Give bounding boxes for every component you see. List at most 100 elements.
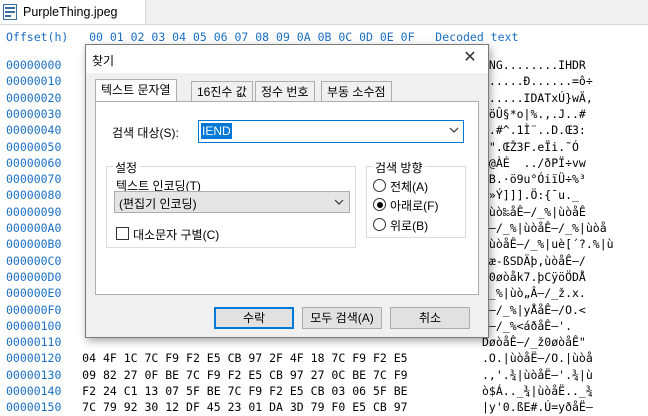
row-decoded-text[interactable]: |y'0.ßE#.Ú=yðåË— bbox=[482, 398, 593, 416]
tab-integer[interactable]: 정수 번호 bbox=[255, 81, 315, 102]
hex-row[interactable]: 000000F0 Ê–/_%|yÅåÊ–/O.< bbox=[6, 301, 586, 319]
tab-text-string[interactable]: 텍스트 문자열 bbox=[95, 79, 177, 102]
row-bytes[interactable]: 7C 79 92 30 12 DF 45 23 01 DA 3D 79 F0 E… bbox=[82, 400, 407, 414]
row-decoded-text[interactable]: |ùò‰åÊ–/_%|ùòåÊ bbox=[482, 203, 586, 221]
row-offset: 00000130 bbox=[6, 367, 62, 382]
hex-row[interactable]: 000000C0 bæ-ßSDÄþ,ùòåÊ–/ bbox=[6, 252, 586, 270]
row-offset: 00000090 bbox=[6, 204, 62, 219]
row-decoded-text[interactable]: ......IDATxÚ}wÄ, bbox=[482, 89, 593, 107]
radio-up[interactable] bbox=[373, 218, 386, 231]
row-decoded-text[interactable]: Ê–/_%|yÅåÊ–/O.< bbox=[482, 301, 586, 319]
radio-down-label[interactable]: 아래로(F) bbox=[390, 197, 438, 214]
row-decoded-text[interactable]: Ê–/_%|ùòåÊ–/_%|ùòå bbox=[482, 219, 607, 237]
find-all-button[interactable]: 모두 검색(A) bbox=[302, 307, 382, 329]
direction-group-title: 검색 방향 bbox=[373, 159, 425, 176]
hex-row[interactable]: 00000090 |ùò‰åÊ–/_%|ùòåÊ bbox=[6, 203, 586, 221]
case-sensitive-label[interactable]: 대소문자 구별(C) bbox=[133, 226, 219, 243]
search-input-value: IEND bbox=[201, 123, 232, 139]
row-offset: 00000140 bbox=[6, 384, 62, 398]
document-tab-label: PurpleThing.jpeg bbox=[23, 5, 118, 19]
close-icon[interactable]: ✕ bbox=[460, 48, 480, 68]
row-offset: 00000100 bbox=[6, 318, 62, 333]
hex-row[interactable]: 00000110 DøòåÊ–/_ž0øòåÊ" bbox=[6, 333, 586, 351]
row-decoded-text[interactable]: f.#^.1Ì¨..D.Œ3: bbox=[482, 121, 586, 139]
radio-down[interactable] bbox=[373, 198, 386, 211]
row-decoded-text[interactable]: .O.|ùòåË—/O.|ùòå bbox=[482, 349, 593, 367]
hex-row[interactable]: 000000B0 |ùòåÊ–/_%|uè[´?.%|ù bbox=[6, 235, 614, 253]
radio-selected-dot bbox=[376, 201, 383, 208]
cancel-button[interactable]: 취소 bbox=[390, 307, 470, 329]
row-offset: 000000D0 bbox=[6, 269, 62, 284]
hex-row[interactable]: 00000040 f.#^.1Ì¨..D.Œ3: bbox=[6, 121, 586, 139]
tab-hex-value[interactable]: 16진수 값 bbox=[191, 81, 253, 102]
document-tab-bar: PurpleThing.jpeg bbox=[0, 0, 648, 25]
hex-row[interactable]: 000000E0 /_%|ùò„Â–/_ž.x. bbox=[6, 284, 586, 302]
row-decoded-text[interactable]: PNG........IHDR bbox=[482, 56, 586, 74]
radio-up-label[interactable]: 위로(B) bbox=[390, 217, 428, 234]
row-offset: 00000070 bbox=[6, 172, 62, 187]
hex-row[interactable]: 00000060 s@ÀÉ ../ðPÏ÷vw bbox=[6, 154, 586, 172]
row-offset: 00000000 bbox=[6, 58, 62, 72]
row-decoded-text[interactable]: á»Ý]]].Ö:{¯u._ bbox=[482, 186, 579, 204]
image-file-icon bbox=[3, 4, 17, 20]
tab-floating-point[interactable]: 부동 소수점 bbox=[321, 81, 392, 102]
row-decoded-text[interactable]: ž0øòåk7.þCÿöÖDÅ bbox=[482, 268, 586, 286]
row-decoded-text[interactable]: $".ŒŽ3F.eÏi.˜Ó bbox=[482, 138, 579, 156]
row-bytes[interactable]: 04 4F 1C 7C F9 F2 E5 CB 97 2F 4F 18 7C F… bbox=[82, 351, 407, 365]
hex-row[interactable]: 00000000 PNG........IHDR bbox=[6, 56, 586, 74]
row-offset: 00000060 bbox=[6, 155, 62, 170]
hex-row[interactable]: 000000A0 Ê–/_%|ùòåÊ–/_%|ùòå bbox=[6, 219, 607, 237]
row-offset: 00000020 bbox=[6, 90, 62, 105]
row-decoded-text[interactable]: •öÛ§*o|%.,.J..# bbox=[482, 105, 586, 123]
row-offset: 00000030 bbox=[6, 106, 62, 121]
row-decoded-text[interactable]: ......Ð......=ô÷ bbox=[482, 72, 593, 90]
document-tab[interactable]: PurpleThing.jpeg bbox=[0, 0, 146, 24]
hex-row[interactable]: 00000080 á»Ý]]].Ö:{¯u._ bbox=[6, 186, 579, 204]
row-offset: 00000120 bbox=[6, 351, 62, 366]
row-bytes[interactable]: 09 82 27 0F BE 7C F9 F2 E5 CB 97 27 0C B… bbox=[82, 368, 407, 382]
row-decoded-text[interactable]: DøòåÊ–/_ž0øòåÊ" bbox=[482, 333, 586, 351]
hex-row[interactable]: 00000050 $".ŒŽ3F.eÏi.˜Ó bbox=[6, 138, 579, 156]
row-offset: 00000010 bbox=[6, 74, 62, 89]
case-sensitive-checkbox[interactable] bbox=[116, 227, 129, 240]
row-offset: 000000F0 bbox=[6, 302, 62, 317]
radio-all-label[interactable]: 전체(A) bbox=[390, 178, 428, 195]
row-offset: 000000C0 bbox=[6, 253, 62, 268]
row-decoded-text[interactable]: /_%|ùò„Â–/_ž.x. bbox=[482, 284, 586, 302]
row-decoded-text[interactable]: .‚'.¾|ùòåË—'.¾|ù bbox=[482, 366, 593, 384]
row-decoded-text[interactable]: ð–/_%<áðåÊ–'. bbox=[482, 317, 572, 335]
hex-row[interactable]: 00000030 •öÛ§*o|%.,.J..# bbox=[6, 105, 586, 123]
row-decoded-text[interactable]: bæ-ßSDÄþ,ùòåÊ–/ bbox=[482, 252, 586, 270]
chevron-down-icon[interactable] bbox=[449, 125, 459, 135]
accept-button[interactable]: 수락 bbox=[214, 307, 294, 329]
row-offset: 00000110 bbox=[6, 335, 62, 350]
dialog-title: 찾기 bbox=[92, 54, 115, 68]
hex-row[interactable]: 000000D0 ž0øòåk7.þCÿöÖDÅ bbox=[6, 268, 586, 286]
search-input[interactable]: IEND bbox=[198, 120, 464, 143]
row-decoded-text[interactable]: |ùòåÊ–/_%|uè[´?.%|ù bbox=[482, 235, 614, 253]
columns-header: 00 01 02 03 04 05 06 07 08 09 0A 0B 0C 0… bbox=[89, 30, 415, 44]
hex-row[interactable]: 00000130 09 82 27 0F BE 7C F9 F2 E5 CB 9… bbox=[6, 366, 593, 384]
hex-row[interactable]: 00000150 7C 79 92 30 12 DF 45 23 01 DA 3… bbox=[6, 398, 593, 416]
hex-row[interactable]: 00000020 ......IDATxÚ}wÄ, bbox=[6, 89, 593, 107]
hex-row[interactable]: 00000100 ð–/_%<áðåÊ–'. bbox=[6, 317, 572, 335]
hex-row[interactable]: 00000010 ......Ð......=ô÷ bbox=[6, 72, 593, 90]
encoding-select[interactable]: (편집기 인코딩) bbox=[114, 191, 350, 213]
row-offset: 00000080 bbox=[6, 188, 62, 203]
chevron-down-icon bbox=[334, 199, 344, 205]
settings-group-title: 설정 bbox=[113, 159, 140, 176]
dialog-title-bar: 찾기 ✕ bbox=[86, 45, 488, 73]
radio-all[interactable] bbox=[373, 179, 386, 192]
hex-row[interactable]: 00000120 04 4F 1C 7C F9 F2 E5 CB 97 2F 4… bbox=[6, 349, 593, 367]
row-decoded-text[interactable]: ÜB.·ö9u°ÓiïÜ÷%³ bbox=[482, 170, 586, 188]
row-offset: 00000150 bbox=[6, 400, 62, 415]
row-decoded-text[interactable]: s@ÀÉ ../ðPÏ÷vw bbox=[482, 154, 586, 172]
row-offset: 000000B0 bbox=[6, 237, 62, 252]
offset-header: Offset(h) bbox=[6, 30, 69, 44]
row-decoded-text[interactable]: ò$Á.._¾|ùòåË.._¾ bbox=[482, 382, 593, 400]
hex-row[interactable]: 00000140 F2 24 C1 13 07 5F BE 7C F9 F2 E… bbox=[6, 382, 593, 400]
row-offset: 00000040 bbox=[6, 123, 62, 138]
row-offset: 00000050 bbox=[6, 139, 62, 154]
hex-row[interactable]: 00000070 ÜB.·ö9u°ÓiïÜ÷%³ bbox=[6, 170, 586, 188]
row-bytes[interactable]: F2 24 C1 13 07 5F BE 7C F9 F2 E5 CB 03 0… bbox=[82, 384, 407, 398]
